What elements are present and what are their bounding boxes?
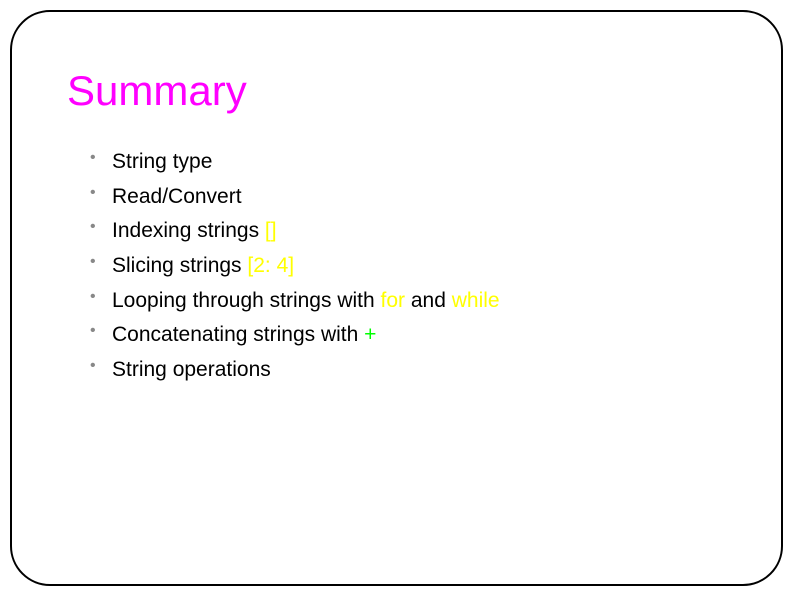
slide-title: Summary <box>67 67 731 115</box>
list-item: String type <box>90 145 731 180</box>
list-item: Slicing strings [2: 4] <box>90 249 731 284</box>
slide-frame: Summary String type Read/Convert Indexin… <box>10 10 783 586</box>
bullet-text: Read/Convert <box>112 185 242 208</box>
list-item: Concatenating strings with + <box>90 318 731 353</box>
bullet-text: String operations <box>112 358 271 381</box>
bullet-text: Concatenating strings with <box>112 323 364 346</box>
bullet-text: Looping through strings with <box>112 289 381 312</box>
list-item: Read/Convert <box>90 180 731 215</box>
bullet-text: and <box>405 289 452 312</box>
code-snippet: for <box>381 289 406 312</box>
code-snippet: [2: 4] <box>247 254 294 277</box>
code-snippet: while <box>452 289 500 312</box>
list-item: String operations <box>90 353 731 388</box>
bullet-text: Slicing strings <box>112 254 247 277</box>
bullet-text: Indexing strings <box>112 219 265 242</box>
list-item: Looping through strings with for and whi… <box>90 284 731 319</box>
code-snippet: + <box>364 323 376 346</box>
list-item: Indexing strings [] <box>90 214 731 249</box>
bullet-text: String type <box>112 150 212 173</box>
bullet-list: String type Read/Convert Indexing string… <box>62 145 731 387</box>
code-snippet: [] <box>265 219 277 242</box>
